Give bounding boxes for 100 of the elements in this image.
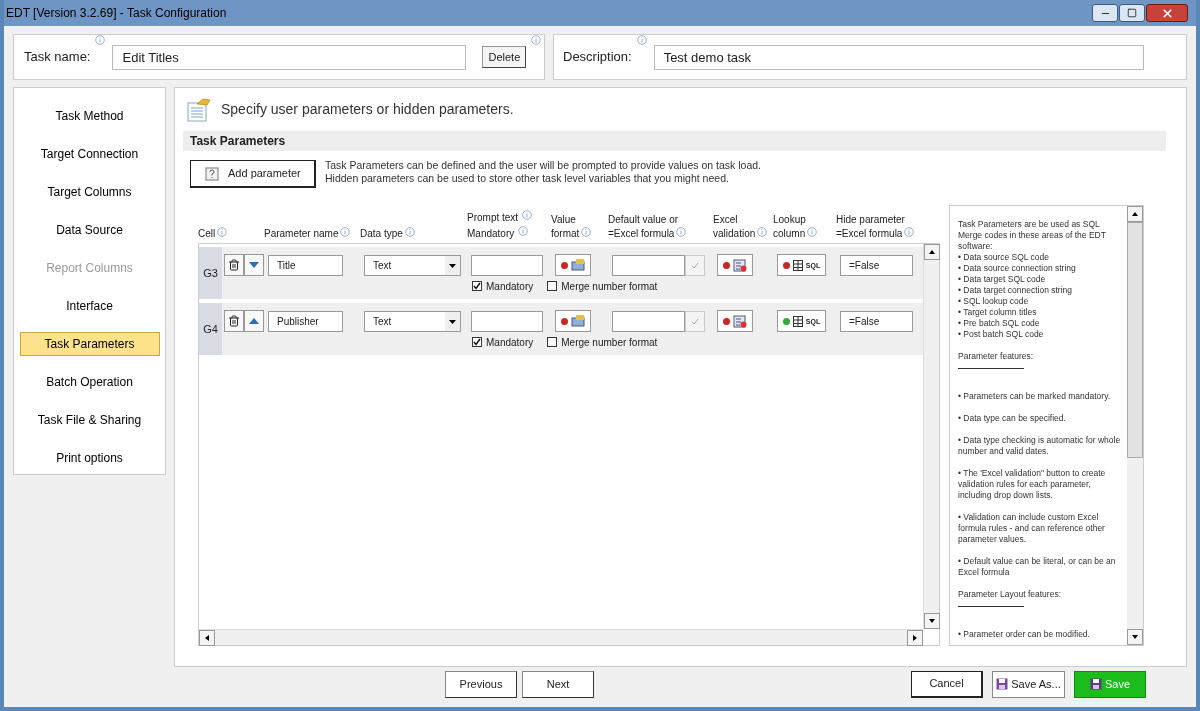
save-as-button[interactable]: Save As... — [992, 670, 1065, 698]
checkmark-icon — [691, 261, 699, 269]
description-label: Description: — [563, 48, 632, 67]
info-icon — [904, 227, 915, 237]
info-icon — [522, 210, 533, 220]
grid-icon — [792, 315, 803, 327]
help-text: • Target column titles — [958, 307, 1038, 318]
column-header: Value format — [551, 214, 580, 239]
close-button[interactable] — [1146, 4, 1188, 22]
mandatory-label: Mandatory — [486, 279, 534, 294]
folder-icon — [571, 315, 585, 327]
maximize-button[interactable] — [1119, 4, 1145, 22]
parameter-name-field[interactable]: Title — [268, 254, 343, 276]
sidebar-item[interactable]: Target Connection — [19, 142, 160, 166]
scroll-down-icon[interactable] — [1127, 629, 1143, 645]
help-rule — [958, 368, 1024, 369]
cell-reference: G4 — [203, 321, 218, 337]
sidebar-item[interactable]: Print options — [19, 446, 160, 470]
cancel-button[interactable]: Cancel — [911, 670, 983, 698]
hide-parameter-field[interactable]: =False — [840, 254, 913, 276]
sidebar-item[interactable]: Batch Operation — [19, 370, 160, 394]
data-type-dropdown[interactable]: Text — [364, 254, 461, 276]
delete-button[interactable]: Delete — [482, 46, 527, 68]
help-text: • SQL lookup code — [958, 296, 1030, 307]
column-header: Default value or =Excel formula — [608, 214, 679, 239]
mandatory-checkbox[interactable] — [472, 337, 482, 347]
intro-text: Task Parameters can be defined and the user will be prompted to provide values on task load. — [325, 159, 761, 172]
help-text: Parameter Layout features: — [958, 589, 1062, 600]
help-text: • Post batch SQL code — [958, 329, 1045, 340]
add-parameter-button[interactable]: Add parameter — [190, 160, 316, 188]
sidebar-item[interactable]: Target Columns — [19, 180, 160, 204]
cell-reference: G3 — [203, 265, 218, 281]
help-rule — [958, 606, 1024, 607]
delete-row-button[interactable] — [224, 310, 244, 332]
close-icon — [1160, 6, 1174, 20]
trash-icon — [228, 259, 240, 271]
help-text: • Default value can be literal, or can be an Excel formula — [958, 556, 1117, 578]
vertical-scrollbar[interactable] — [923, 244, 939, 629]
sidebar-item[interactable]: Data Source — [19, 218, 160, 242]
info-icon — [676, 227, 687, 237]
parameter-name-field[interactable]: Publisher — [268, 310, 343, 332]
task-name-field[interactable]: Edit Titles — [112, 44, 467, 70]
description-field[interactable]: Test demo task — [653, 44, 1144, 70]
merge-format-checkbox[interactable] — [547, 281, 558, 291]
sidebar-item[interactable]: Task Parameters — [19, 332, 160, 356]
help-text: • Data target SQL code — [958, 274, 1047, 285]
value-format-button[interactable] — [555, 310, 591, 332]
info-icon — [531, 35, 542, 45]
delete-row-button[interactable] — [224, 254, 244, 276]
maximize-icon — [1127, 8, 1137, 18]
help-text: • Data source SQL code — [958, 252, 1050, 263]
info-icon — [95, 35, 106, 45]
default-value-field[interactable] — [612, 310, 685, 332]
scroll-thumb[interactable] — [1127, 222, 1143, 458]
window-title: EDT [Version 3.2.69] - Task Configuration — [6, 5, 227, 22]
trash-icon — [228, 315, 240, 327]
down-triangle-icon — [249, 262, 259, 268]
minimize-button[interactable] — [1092, 4, 1118, 22]
excel-validation-button[interactable] — [717, 254, 753, 276]
info-icon — [807, 227, 818, 237]
default-value-field[interactable] — [612, 254, 685, 276]
scroll-up-icon[interactable] — [924, 244, 940, 260]
scroll-up-icon[interactable] — [1127, 206, 1143, 222]
data-type-dropdown[interactable]: Text — [364, 310, 461, 332]
move-row-button[interactable] — [244, 310, 264, 332]
mandatory-checkbox[interactable] — [472, 281, 482, 291]
sidebar-item[interactable]: Task Method — [19, 104, 160, 128]
scroll-down-icon[interactable] — [924, 613, 940, 629]
help-text: • Data target connection string — [958, 285, 1073, 296]
help-text: • The 'Excel validation" button to create validation rules for each parameter, including drop down lists. — [958, 468, 1107, 501]
help-text: • Validation can include custom Excel formula rules - and can reference other parameter values. — [958, 512, 1106, 545]
section-title: Task Parameters — [190, 133, 286, 151]
validation-list-icon — [733, 314, 747, 328]
next-button[interactable]: Next — [522, 670, 594, 698]
scroll-left-icon[interactable] — [199, 630, 215, 646]
help-scrollbar[interactable] — [1127, 206, 1143, 645]
validation-list-icon — [733, 258, 747, 272]
column-header: Excel validation — [713, 214, 756, 239]
hide-parameter-field[interactable]: =False — [840, 310, 913, 332]
help-text: • Parameter order can be modified. — [958, 629, 1091, 640]
value-format-button[interactable] — [555, 254, 591, 276]
sidebar-item[interactable]: Task File & Sharing — [19, 408, 160, 432]
scroll-right-icon[interactable] — [907, 630, 923, 646]
column-header: Cell — [198, 228, 216, 239]
horizontal-scrollbar[interactable] — [199, 629, 923, 645]
up-triangle-icon — [249, 318, 259, 324]
column-header: Lookup column — [773, 214, 806, 239]
merge-format-checkbox[interactable] — [547, 337, 558, 347]
sidebar-item[interactable]: Interface — [19, 294, 160, 318]
column-header: Mandatory — [467, 227, 515, 241]
previous-button[interactable]: Previous — [445, 670, 517, 698]
excel-validation-button[interactable] — [717, 310, 753, 332]
move-row-button[interactable] — [244, 254, 264, 276]
info-icon — [518, 226, 529, 236]
prompt-text-field[interactable] — [471, 310, 543, 332]
task-name-label: Task name: — [24, 48, 91, 67]
help-text: Task Parameters are be used as SQL Merge codes in these areas of the EDT software: — [958, 219, 1107, 252]
help-text: • Data type checking is automatic for whole number and valid dates. — [958, 435, 1122, 457]
prompt-text-field[interactable] — [471, 254, 543, 276]
column-header: Hide parameter =Excel formula — [836, 214, 905, 239]
